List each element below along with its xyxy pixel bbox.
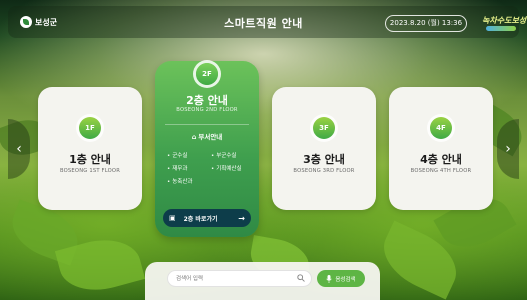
brand-logo-text: 녹차수도보성 [482, 16, 527, 25]
arrow-right-icon: → [238, 213, 245, 223]
floor-title: 4층 안내 [420, 153, 462, 166]
voice-search-label: 음성검색 [335, 276, 356, 283]
floor-title: 3층 안내 [303, 153, 345, 166]
floor-title: 2층 안내 [186, 94, 228, 107]
search-box[interactable] [167, 270, 312, 287]
department-item[interactable]: 부군수실 [211, 151, 251, 159]
brand-logo-mark [486, 26, 516, 31]
department-item[interactable]: 기획예산실 [211, 164, 251, 172]
floor-badge: 3F [313, 117, 335, 139]
floor-badge: 2F [196, 63, 218, 85]
floor-card-3f[interactable]: 3F 3층 안내 BOSEONG 3RD FLOOR [272, 87, 376, 210]
goto-2f-button[interactable]: ▣ 2층 바로가기 → [163, 209, 251, 227]
floor-subtitle: BOSEONG 4TH FLOOR [410, 168, 472, 174]
goto-label: 2층 바로가기 [183, 215, 218, 223]
floor-subtitle: BOSEONG 1ST FLOOR [59, 168, 121, 174]
datetime-badge: 2023.8.20 (월) 13:36 [385, 15, 467, 32]
department-item[interactable]: 재무과 [167, 164, 207, 172]
floor-title: 1층 안내 [69, 153, 111, 166]
floor-badge: 4F [430, 117, 452, 139]
search-panel: 음성검색 [145, 262, 380, 300]
chevron-left-icon: ‹ [16, 141, 22, 157]
floor-subtitle: BOSEONG 2ND FLOOR [176, 107, 238, 113]
department-item[interactable]: 농축산과 [167, 177, 207, 185]
department-list: 군수실 부군수실 재무과 기획예산실 농축산과 [167, 151, 251, 185]
floor-card-4f[interactable]: 4F 4층 안내 BOSEONG 4TH FLOOR [389, 87, 493, 210]
department-heading-label: 부서안내 [198, 133, 223, 141]
search-input[interactable] [176, 271, 294, 286]
chevron-right-icon: › [505, 141, 511, 157]
brand-logo: 녹차수도보성 [482, 13, 526, 35]
header-bar: 보성군 스마트직원 안내 2023.8.20 (월) 13:36 녹차수도보성 [8, 6, 526, 38]
department-heading: ⌂ 부서안내 [155, 131, 259, 141]
floor-subtitle: BOSEONG 3RD FLOOR [293, 168, 355, 174]
next-arrow-button[interactable]: › [497, 119, 519, 179]
map-icon: ▣ [169, 214, 176, 222]
floor-card-1f[interactable]: 1F 1층 안내 BOSEONG 1ST FLOOR [38, 87, 142, 210]
floor-card-2f[interactable]: 2F 2층 안내 BOSEONG 2ND FLOOR ⌂부서안내 군수실 부군수… [155, 61, 259, 237]
voice-search-button[interactable]: 음성검색 [317, 270, 365, 287]
floor-badge: 1F [79, 117, 101, 139]
divider [165, 124, 249, 125]
building-icon: ⌂ [191, 133, 197, 141]
department-item[interactable]: 군수실 [167, 151, 207, 159]
mic-icon [326, 274, 333, 283]
search-icon[interactable] [297, 274, 305, 282]
